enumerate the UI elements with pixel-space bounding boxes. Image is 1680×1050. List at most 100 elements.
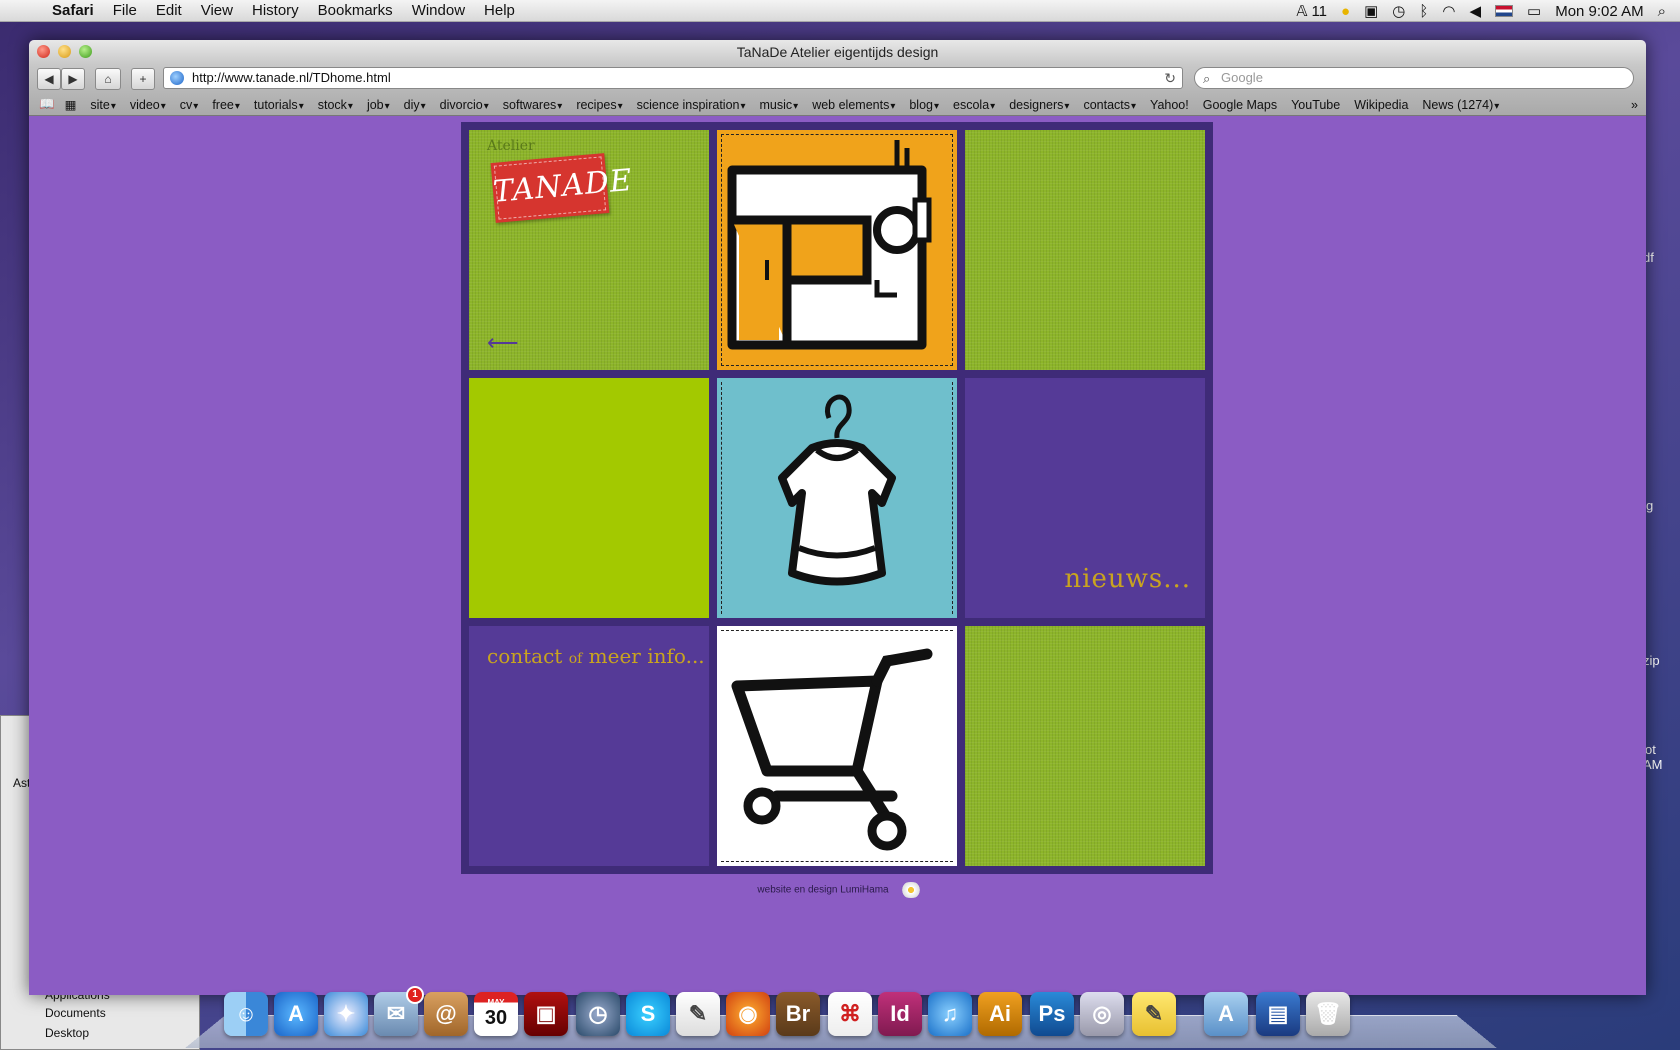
shop-tile[interactable] [717,626,957,866]
back-button[interactable]: ◀ [37,68,61,90]
nieuws-tile[interactable]: nieuws... [965,378,1205,618]
applications-folder-icon[interactable]: A [1204,992,1248,1036]
bookmark-item[interactable]: News (1274) [1422,98,1499,112]
menu-help[interactable]: Help [484,2,515,19]
bridge-icon[interactable]: Br [776,992,820,1036]
bookmark-item[interactable]: tutorials [254,98,304,112]
mail-badge: 1 [406,986,424,1004]
footer-credit: website en design LumiHama [29,882,1646,898]
bookmark-item[interactable]: Yahoo! [1150,98,1189,112]
firefox-icon[interactable]: ◉ [726,992,770,1036]
add-bookmark-button[interactable]: + [131,68,155,90]
menu-edit[interactable]: Edit [156,2,182,19]
bookmark-item[interactable]: stock [318,98,353,112]
itunes-icon[interactable]: ♫ [928,992,972,1036]
bookmark-item[interactable]: softwares [503,98,563,112]
reload-icon[interactable]: ↻ [1164,68,1176,88]
bookmark-item[interactable]: recipes [576,98,622,112]
contact-tile[interactable]: contact of meer info... [469,626,709,866]
menu-view[interactable]: View [201,2,233,19]
bluetooth-icon[interactable]: ᛒ [1419,3,1428,20]
downloads-stack-icon[interactable]: ▤ [1256,992,1300,1036]
stickies-icon[interactable]: ✎ [1132,992,1176,1036]
wifi-icon[interactable]: ◠ [1442,2,1455,20]
menu-app-safari[interactable]: Safari [52,2,94,19]
bookmark-item[interactable]: video [130,98,166,112]
app-store-icon[interactable]: A [274,992,318,1036]
bookmark-item[interactable]: site [90,98,115,112]
browser-toolbar: ◀ ▶ ⌂ + http://www.tanade.nl/TDhome.html… [29,64,1646,94]
indesign-icon[interactable]: Id [878,992,922,1036]
window-titlebar[interactable]: TaNaDe Atelier eigentijds design [29,40,1646,64]
bookmark-item[interactable]: web elements [812,98,895,112]
bookmark-item[interactable]: diy [404,98,426,112]
safari-icon[interactable]: ✦ [324,992,368,1036]
spotlight-icon[interactable]: ⌕ [1658,3,1666,20]
time-machine-status-icon[interactable]: ◷ [1392,2,1405,20]
ical-icon[interactable]: MAY 30 [474,992,518,1036]
forward-button[interactable]: ▶ [61,68,85,90]
skype-icon[interactable]: S [626,992,670,1036]
address-book-icon[interactable]: @ [424,992,468,1036]
top-sites-grid-icon[interactable]: ▦ [65,97,77,112]
mail-bird-icon[interactable]: ✉ 1 [374,986,424,1036]
bookmark-item[interactable]: blog [909,98,939,112]
bookmark-item[interactable]: music [760,98,799,112]
clipboard-status-icon[interactable]: ▣ [1364,2,1378,20]
nieuws-link[interactable]: nieuws... [1064,564,1191,594]
search-input[interactable]: ⌕ Google [1194,67,1634,89]
notes-status-icon[interactable]: ● [1341,3,1350,20]
desktop-file-label[interactable]: g [1646,498,1653,513]
finder-sidebar-desktop[interactable]: Desktop [45,1026,89,1040]
menu-history[interactable]: History [252,2,299,19]
close-window-button[interactable] [37,45,50,58]
bookmark-item[interactable]: escola [953,98,995,112]
bookmark-item[interactable]: designers [1009,98,1069,112]
bookmark-item[interactable]: job [367,98,390,112]
reading-list-icon[interactable]: 📖 [39,97,55,112]
input-source-flag-icon[interactable] [1495,5,1514,17]
green-linen-tile [965,130,1205,370]
bookmark-item[interactable]: contacts [1083,98,1136,112]
desktop-file-label[interactable]: ot [1645,742,1656,757]
back-arrow-icon[interactable]: ⟵ [487,330,519,356]
time-machine-icon[interactable]: ◷ [576,992,620,1036]
contact-link[interactable]: contact of meer info... [487,644,705,668]
acrobat-icon[interactable]: ⌘ [828,992,872,1036]
photo-booth-icon[interactable]: ▣ [524,992,568,1036]
zoom-window-button[interactable] [79,45,92,58]
sewing-machine-tile[interactable] [717,130,957,370]
menubar-status-area: 𝔸 11 ● ▣ ◷ ᛒ ◠ ◀ ▭ Mon 9:02 AM ⌕ [1296,0,1680,22]
menu-file[interactable]: File [113,2,137,19]
finder-sidebar-documents[interactable]: Documents [45,1006,106,1020]
menu-bookmarks[interactable]: Bookmarks [318,2,393,19]
status-count[interactable]: 11 [1311,3,1327,20]
volume-icon[interactable]: ◀ [1469,2,1481,20]
menu-window[interactable]: Window [412,2,465,19]
preview-icon[interactable]: ◎ [1080,992,1124,1036]
battery-icon[interactable]: ▭ [1527,2,1541,20]
bookmark-item[interactable]: free [212,98,240,112]
address-bar[interactable]: http://www.tanade.nl/TDhome.html ↻ [163,67,1183,89]
photoshop-icon[interactable]: Ps [1030,992,1074,1036]
logo-atelier-text: Atelier [487,138,535,154]
illustrator-icon[interactable]: Ai [978,992,1022,1036]
bookmark-item[interactable]: Google Maps [1203,98,1277,112]
bookmark-item[interactable]: YouTube [1291,98,1340,112]
bookmark-item[interactable]: science inspiration [637,98,746,112]
home-button[interactable]: ⌂ [95,68,121,90]
more-bookmarks-chevron-icon[interactable]: » [1631,98,1638,112]
finder-icon[interactable]: ☺ [224,992,268,1036]
adobe-status-icon[interactable]: 𝔸 [1296,2,1307,20]
textedit-icon[interactable]: ✎ [676,992,720,1036]
bookmark-item[interactable]: divorcio [440,98,489,112]
credit-text[interactable]: website en design LumiHama [757,885,888,896]
bookmark-item[interactable]: Wikipedia [1354,98,1408,112]
flower-icon [898,882,923,898]
logo-tile[interactable]: Atelier TANADE ⟵ [469,130,709,370]
trash-icon[interactable]: 🗑 [1306,992,1350,1036]
menubar-clock[interactable]: Mon 9:02 AM [1555,3,1643,20]
bookmark-item[interactable]: cv [180,98,199,112]
minimize-window-button[interactable] [58,45,71,58]
dress-tile[interactable] [717,378,957,618]
